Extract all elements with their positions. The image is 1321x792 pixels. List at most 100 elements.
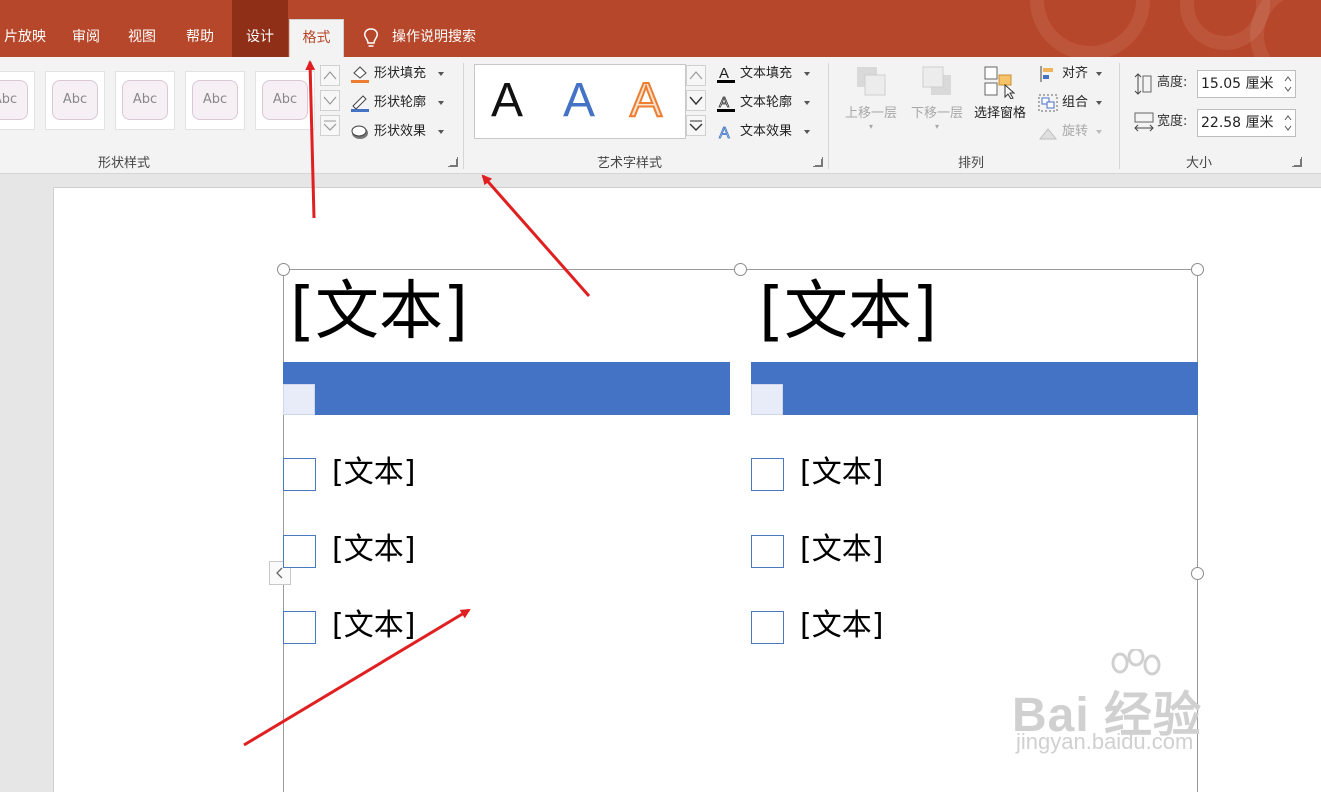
- bullet-marker: [283, 535, 316, 568]
- rotate-icon: [1038, 128, 1058, 140]
- lightbulb-icon: [364, 28, 378, 47]
- tab-design[interactable]: 设计: [232, 0, 288, 57]
- shape-styles-group-label: 形状样式: [98, 156, 151, 171]
- align-button[interactable]: 对齐: [1038, 63, 1108, 85]
- tab-view[interactable]: 视图: [118, 19, 166, 57]
- dropdown-caret-icon: ▾: [934, 122, 939, 131]
- dropdown-caret-icon: [1096, 130, 1102, 134]
- left-column-title[interactable]: [文本]: [290, 272, 468, 352]
- align-icon: [1040, 66, 1053, 82]
- arrange-group-label: 排列: [958, 156, 985, 171]
- shape-fill-label: 形状填充: [374, 66, 427, 81]
- align-label: 对齐: [1062, 66, 1089, 81]
- bullet-marker: [751, 611, 784, 644]
- chevron-up-icon: [689, 71, 703, 80]
- dropdown-caret-icon: [438, 130, 444, 134]
- resize-handle[interactable]: [734, 263, 747, 276]
- tab-slideshow[interactable]: 片放映: [0, 19, 50, 57]
- spinner-icon[interactable]: [1283, 112, 1293, 134]
- chevron-down-icon: [323, 96, 337, 105]
- wordart-styles-dialog-launcher[interactable]: [813, 157, 823, 167]
- left-column-bar[interactable]: [283, 362, 730, 415]
- group-separator: [463, 63, 464, 169]
- rotate-button[interactable]: 旋转: [1038, 121, 1108, 143]
- text-effects-button[interactable]: A 文本效果: [716, 121, 816, 143]
- dropdown-caret-icon: ▾: [868, 122, 873, 131]
- tell-me-search[interactable]: 操作说明搜索: [392, 19, 492, 57]
- wordart-scroll-up[interactable]: [686, 65, 706, 86]
- left-list-item[interactable]: [文本]: [332, 532, 415, 568]
- shape-style-preset[interactable]: Abc: [0, 71, 35, 130]
- shape-width-icon: [1134, 112, 1154, 132]
- shape-height-icon: [1134, 73, 1152, 95]
- right-column-title[interactable]: [文本]: [759, 272, 937, 352]
- shape-effects-icon: [351, 125, 368, 139]
- wordart-more[interactable]: [686, 115, 706, 136]
- right-list-item[interactable]: [文本]: [800, 455, 883, 491]
- title-bar-decoration: [1250, 0, 1321, 57]
- size-group-label: 大小: [1186, 156, 1213, 171]
- watermark-url: jingyan.baidu.com: [1016, 729, 1194, 754]
- shape-style-preset[interactable]: Abc: [255, 71, 315, 130]
- group-button[interactable]: 组合: [1038, 92, 1108, 114]
- shape-effects-button[interactable]: 形状效果: [350, 121, 450, 143]
- shape-style-preset-label: Abc: [262, 80, 308, 120]
- right-list-item[interactable]: [文本]: [800, 608, 883, 644]
- right-column-bar[interactable]: [751, 362, 1198, 415]
- gallery-more[interactable]: [320, 115, 340, 136]
- width-value: 22.58 厘米: [1201, 115, 1274, 131]
- width-input[interactable]: 22.58 厘米: [1197, 109, 1296, 137]
- height-label: 高度:: [1157, 75, 1188, 90]
- left-list-item[interactable]: [文本]: [332, 608, 415, 644]
- wordart-preset-orange-outline[interactable]: A: [629, 71, 663, 131]
- selection-pane-button[interactable]: 选择窗格: [968, 65, 1032, 123]
- send-backward-button[interactable]: 下移一层 ▾: [904, 65, 970, 131]
- shape-style-preset[interactable]: Abc: [185, 71, 245, 130]
- group-label: 组合: [1062, 95, 1089, 110]
- shape-style-preset[interactable]: Abc: [115, 71, 175, 130]
- wordart-preset-black[interactable]: A: [491, 71, 523, 131]
- text-fill-label: 文本填充: [740, 66, 793, 81]
- paint-bucket-icon: [351, 66, 369, 83]
- shape-styles-dialog-launcher[interactable]: [448, 157, 458, 167]
- group-objects-icon: [1038, 94, 1058, 112]
- text-fill-button[interactable]: A 文本填充: [716, 63, 816, 85]
- shape-fill-button[interactable]: 形状填充: [350, 63, 450, 85]
- text-outline-icon: A: [717, 94, 735, 112]
- tab-review[interactable]: 审阅: [62, 19, 110, 57]
- group-separator: [1119, 63, 1120, 169]
- tab-help[interactable]: 帮助: [176, 19, 224, 57]
- left-list-item[interactable]: [文本]: [332, 455, 415, 491]
- chevron-up-icon: [323, 71, 337, 80]
- bring-forward-button[interactable]: 上移一层 ▾: [838, 65, 904, 131]
- wordart-preset-blue[interactable]: A: [563, 71, 595, 131]
- text-outline-button[interactable]: A 文本轮廓: [716, 92, 816, 114]
- wordart-styles-group-label: 艺术字样式: [597, 156, 663, 171]
- spinner-icon[interactable]: [1283, 73, 1293, 95]
- shape-outline-button[interactable]: 形状轮廓: [350, 92, 450, 114]
- send-backward-label: 下移一层: [910, 106, 963, 121]
- size-dialog-launcher[interactable]: [1292, 157, 1302, 167]
- text-fill-icon: A: [717, 65, 735, 83]
- shape-style-preset-label: Abc: [52, 80, 98, 120]
- ribbon: Abc Abc Abc Abc Abc 形状填充 形状轮廓 形状效果 形状样式 …: [0, 57, 1321, 174]
- wordart-gallery: A A A: [474, 64, 686, 139]
- resize-handle[interactable]: [277, 263, 290, 276]
- selection-pane-icon: [984, 66, 1016, 100]
- svg-text:A: A: [719, 65, 729, 82]
- gallery-more-icon: [323, 120, 337, 131]
- gallery-scroll-down[interactable]: [320, 90, 340, 111]
- dropdown-caret-icon: [804, 72, 810, 76]
- tab-format[interactable]: 格式: [289, 19, 344, 57]
- resize-handle[interactable]: [1191, 567, 1204, 580]
- resize-handle[interactable]: [1191, 263, 1204, 276]
- height-input[interactable]: 15.05 厘米: [1197, 70, 1296, 98]
- wordart-scroll-down[interactable]: [686, 90, 706, 111]
- right-list-item[interactable]: [文本]: [800, 532, 883, 568]
- shape-style-preset[interactable]: Abc: [45, 71, 105, 130]
- svg-text:A: A: [719, 94, 729, 111]
- gallery-scroll-up[interactable]: [320, 65, 340, 86]
- width-label: 宽度:: [1157, 114, 1188, 129]
- dropdown-caret-icon: [1096, 101, 1102, 105]
- text-outline-label: 文本轮廓: [740, 95, 793, 110]
